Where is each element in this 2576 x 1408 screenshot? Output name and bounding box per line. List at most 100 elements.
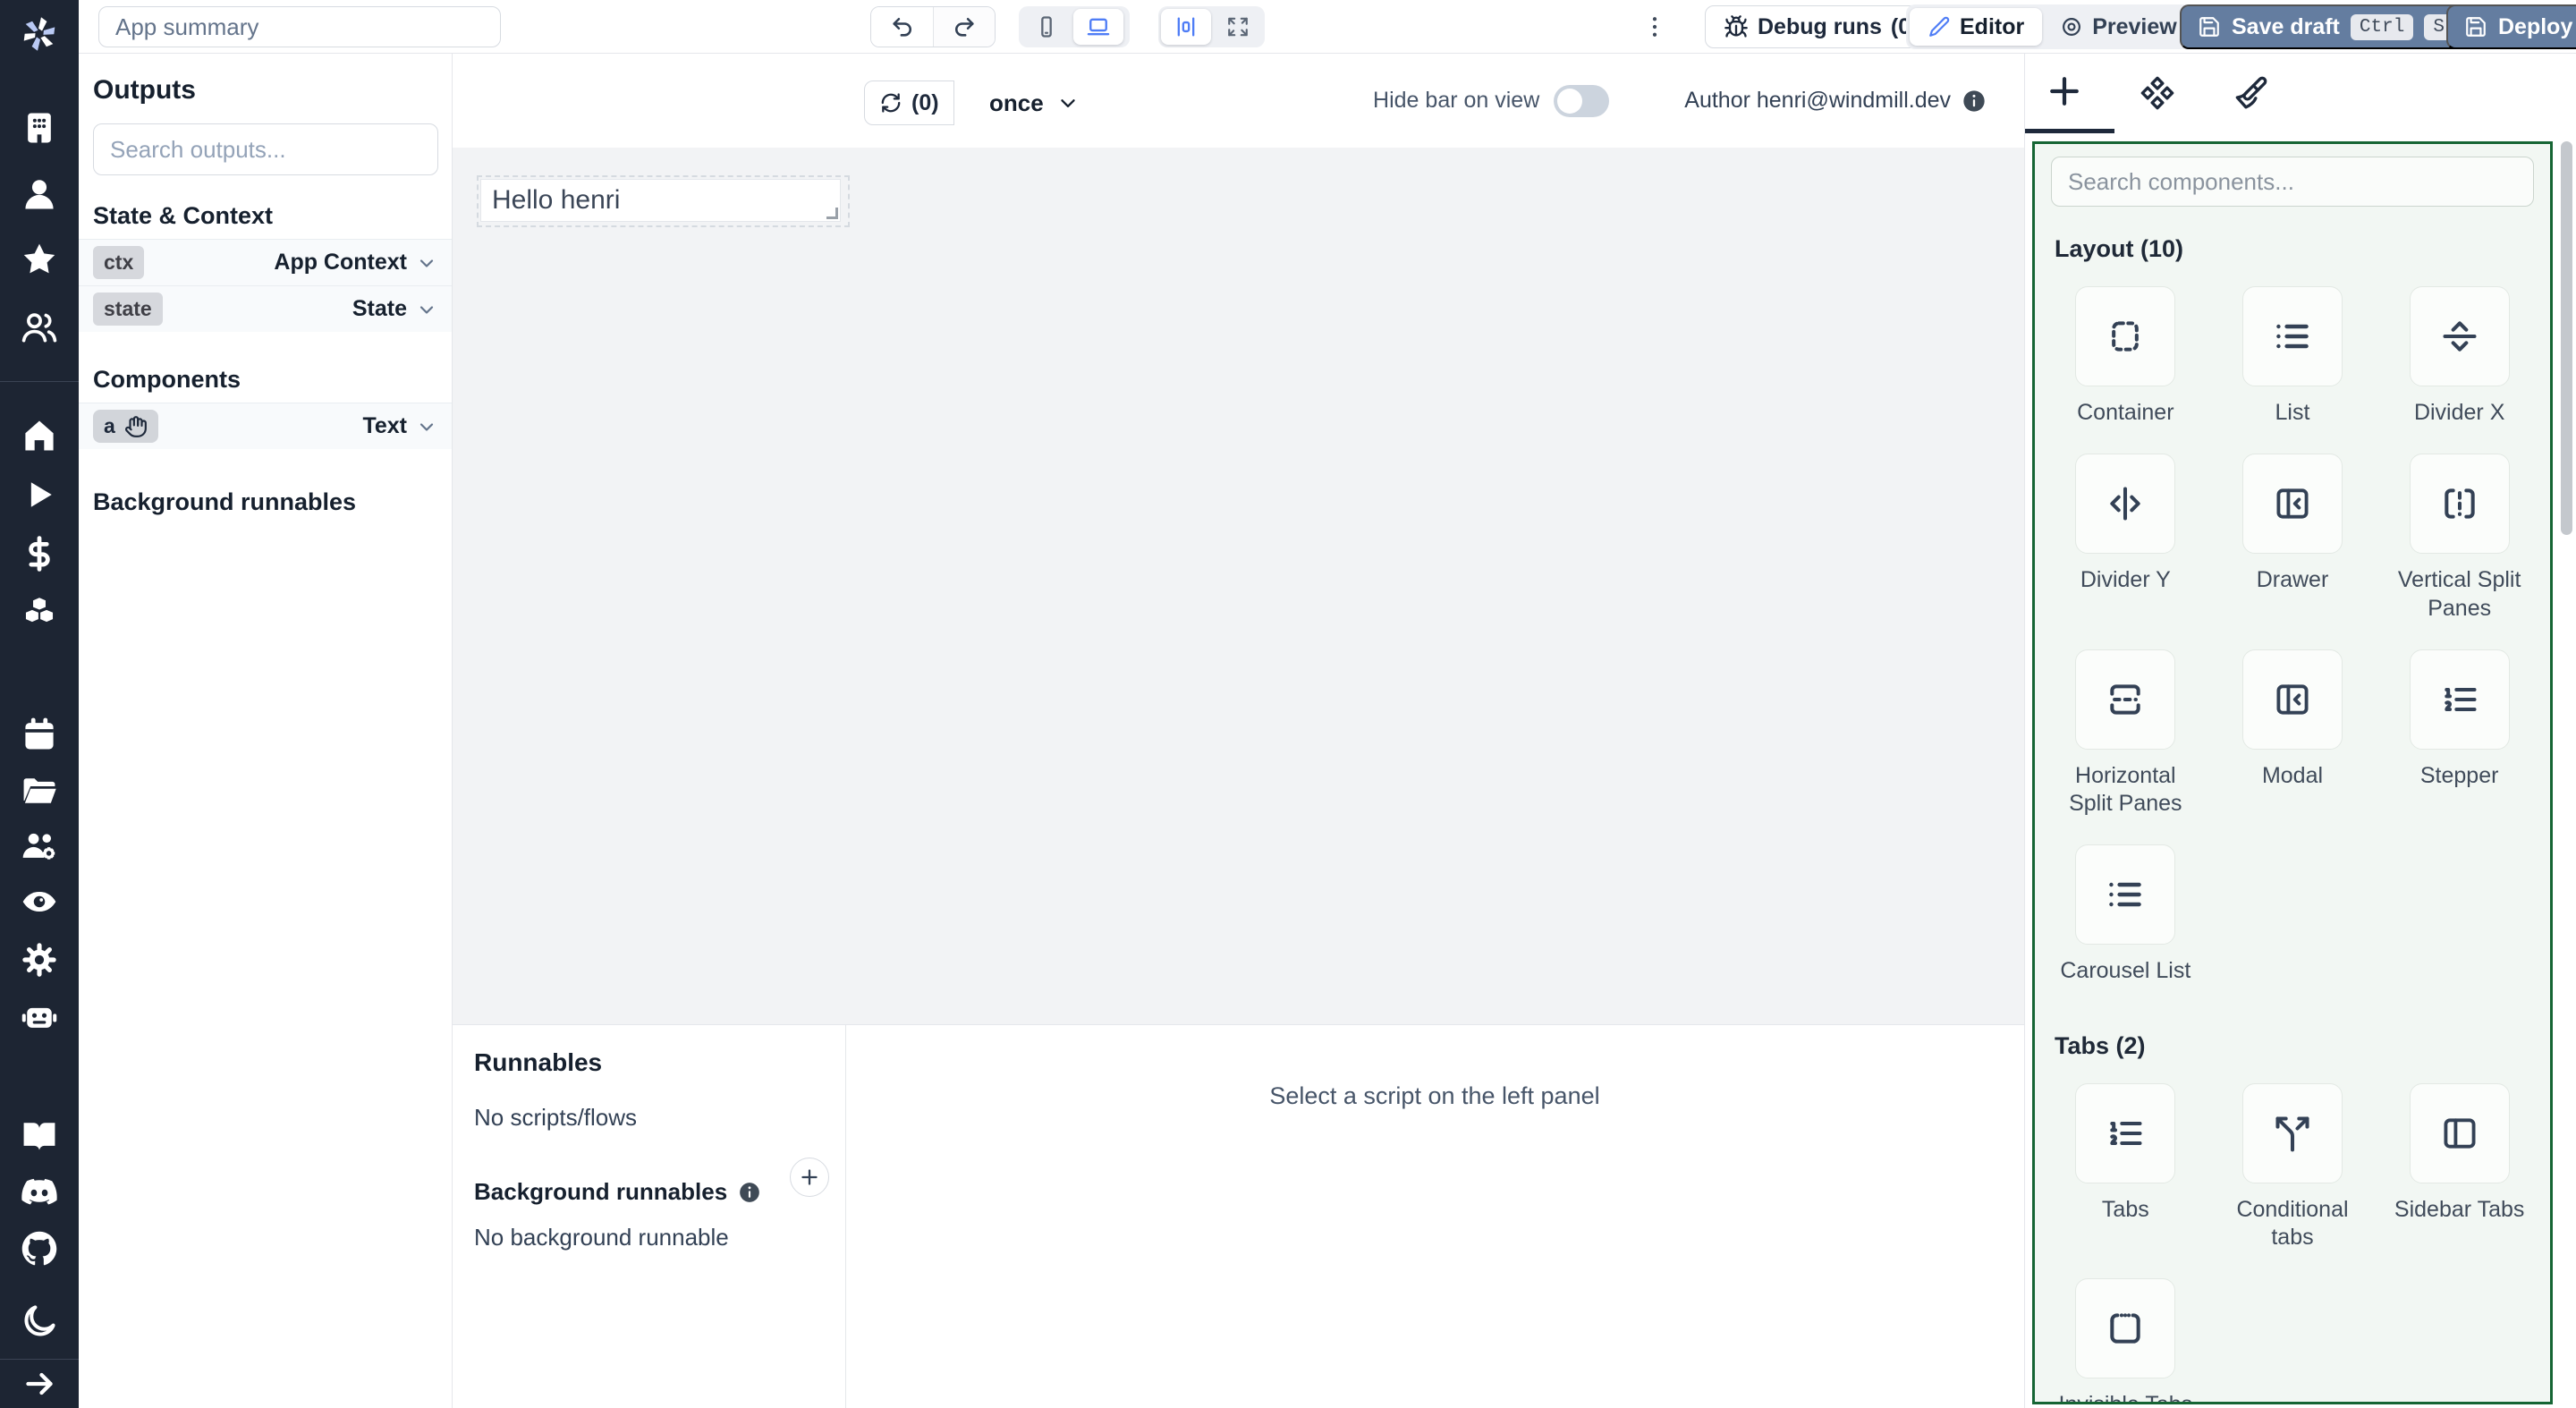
- folders-icon[interactable]: [20, 771, 59, 810]
- tab-editor[interactable]: Editor: [1910, 8, 2042, 46]
- canvas-toolbar: (0) once Hide bar on view Author henri@w…: [453, 54, 2024, 148]
- tab-components-icon[interactable]: [2140, 75, 2175, 111]
- docs-book-icon[interactable]: [20, 1115, 59, 1155]
- component-card-drawer[interactable]: Drawer: [2220, 454, 2366, 594]
- component-card-vertical-split[interactable]: Vertical Split Panes: [2386, 454, 2532, 623]
- resources-boxes-icon[interactable]: [20, 595, 59, 634]
- app-canvas[interactable]: Hello henri: [453, 148, 2024, 1024]
- outputs-title: Outputs: [93, 75, 437, 106]
- home-icon[interactable]: [20, 416, 59, 455]
- app-summary-input[interactable]: [98, 6, 501, 47]
- state-context-header: State & Context: [93, 202, 437, 230]
- component-card-container[interactable]: Container: [2053, 286, 2199, 427]
- component-card-divider-x[interactable]: Divider X: [2386, 286, 2532, 427]
- component-card-conditional-tabs[interactable]: Conditional tabs: [2220, 1083, 2366, 1252]
- scrollbar-track[interactable]: [2558, 141, 2575, 1408]
- hide-bar-toggle[interactable]: [1554, 85, 1609, 117]
- component-label: Container: [2077, 399, 2174, 427]
- runs-play-icon[interactable]: [20, 475, 59, 514]
- search-components-input[interactable]: [2051, 157, 2534, 207]
- user-icon[interactable]: [20, 174, 59, 214]
- component-label: Conditional tabs: [2220, 1196, 2366, 1252]
- component-label: Divider Y: [2080, 566, 2171, 594]
- redo-button[interactable]: [933, 7, 995, 47]
- settings-gear-icon[interactable]: [20, 940, 59, 980]
- groups-icon[interactable]: [20, 308, 59, 347]
- component-a-chip[interactable]: a: [93, 410, 158, 443]
- info-icon[interactable]: [1962, 89, 1987, 114]
- resize-handle[interactable]: [826, 208, 838, 219]
- editor-preview-toggle: Editor Preview: [1906, 4, 2199, 49]
- component-label: Drawer: [2257, 566, 2329, 594]
- debug-runs-button[interactable]: Debug runs (0): [1705, 5, 1936, 48]
- component-a-type: Text: [362, 413, 407, 439]
- add-background-runnable-button[interactable]: [790, 1158, 829, 1197]
- component-card-invisible-tabs[interactable]: Invisible Tabs: [2053, 1278, 2199, 1404]
- deploy-button[interactable]: Deploy: [2446, 4, 2576, 49]
- carousel-list-icon: [2075, 844, 2175, 945]
- audit-eye-icon[interactable]: [20, 882, 59, 921]
- refresh-button[interactable]: (0): [864, 81, 954, 125]
- component-card-list[interactable]: List: [2220, 286, 2366, 427]
- chevron-down-icon[interactable]: [416, 416, 437, 437]
- more-menu-kebab-icon[interactable]: [1640, 13, 1669, 41]
- schedules-calendar-icon[interactable]: [20, 715, 59, 754]
- chevron-down-icon[interactable]: [416, 299, 437, 320]
- desktop-view-button[interactable]: [1073, 9, 1123, 45]
- components-header: Components: [93, 366, 437, 394]
- github-icon[interactable]: [20, 1229, 59, 1268]
- component-card-stepper[interactable]: Stepper: [2386, 649, 2532, 790]
- dark-mode-moon-icon[interactable]: [20, 1302, 59, 1341]
- ctx-label: App Context: [274, 250, 407, 276]
- layout-toggle: [1158, 6, 1265, 47]
- grid-cell[interactable]: Hello henri: [477, 175, 850, 227]
- sidebar-tabs-icon: [2410, 1083, 2510, 1183]
- discord-icon[interactable]: [20, 1172, 59, 1211]
- variables-dollar-icon[interactable]: [20, 534, 59, 573]
- component-card-tabs[interactable]: Tabs: [2053, 1083, 2199, 1224]
- scrollbar-thumb[interactable]: [2561, 141, 2572, 535]
- component-card-horizontal-split[interactable]: Horizontal Split Panes: [2053, 649, 2199, 819]
- undo-button[interactable]: [871, 7, 933, 47]
- save-draft-button[interactable]: Save draft CtrlS: [2180, 4, 2471, 49]
- schedule-dropdown[interactable]: once: [989, 81, 1080, 125]
- component-card-divider-y[interactable]: Divider Y: [2053, 454, 2199, 594]
- component-card-carousel-list[interactable]: Carousel List: [2053, 844, 2199, 985]
- component-card-sidebar-tabs[interactable]: Sidebar Tabs: [2386, 1083, 2532, 1224]
- component-label: Stepper: [2420, 762, 2499, 790]
- tab-insert-plus-icon[interactable]: [2045, 72, 2084, 111]
- background-runnables-header: Background runnables: [93, 488, 437, 516]
- collapse-arrow-icon[interactable]: [21, 1366, 57, 1402]
- tab-styling-brush-icon[interactable]: [2233, 75, 2268, 111]
- save-icon: [2464, 15, 2487, 38]
- kbd-ctrl: Ctrl: [2351, 14, 2413, 40]
- fullscreen-expand-button[interactable]: [1213, 9, 1263, 45]
- editor-center: (0) once Hide bar on view Author henri@w…: [453, 54, 2024, 1408]
- search-outputs-input[interactable]: [93, 123, 438, 175]
- section-layout-title: Layout (10): [2055, 235, 2530, 263]
- save-icon: [2198, 15, 2221, 38]
- component-card-modal[interactable]: Modal: [2220, 649, 2366, 790]
- text-component[interactable]: Hello henri: [480, 179, 841, 222]
- output-row-ctx[interactable]: ctx App Context: [79, 239, 452, 285]
- output-row-state[interactable]: state State: [79, 285, 452, 332]
- center-align-button[interactable]: [1161, 9, 1211, 45]
- favorites-star-icon[interactable]: [20, 240, 59, 279]
- layout-grid: Container List Divider X Divider Y Drawe…: [2051, 286, 2534, 986]
- mobile-view-button[interactable]: [1021, 9, 1072, 45]
- state-label: State: [352, 296, 407, 322]
- refresh-count: (0): [911, 90, 939, 116]
- workspace-building-icon[interactable]: [20, 108, 59, 148]
- runnables-panel: Runnables No scripts/flows Background ru…: [453, 1024, 2024, 1408]
- workers-users-cog-icon[interactable]: [20, 827, 59, 866]
- output-row-component-a[interactable]: a Text: [79, 403, 452, 449]
- tab-preview[interactable]: Preview: [2042, 8, 2195, 46]
- component-label: Sidebar Tabs: [2394, 1196, 2524, 1224]
- component-label: List: [2275, 399, 2310, 427]
- windmill-logo-icon[interactable]: [18, 13, 61, 55]
- info-icon[interactable]: [738, 1181, 761, 1204]
- component-a-id: a: [104, 414, 115, 438]
- chevron-down-icon[interactable]: [416, 252, 437, 274]
- component-label: Invisible Tabs: [2059, 1391, 2193, 1404]
- ai-bot-icon[interactable]: [20, 997, 59, 1037]
